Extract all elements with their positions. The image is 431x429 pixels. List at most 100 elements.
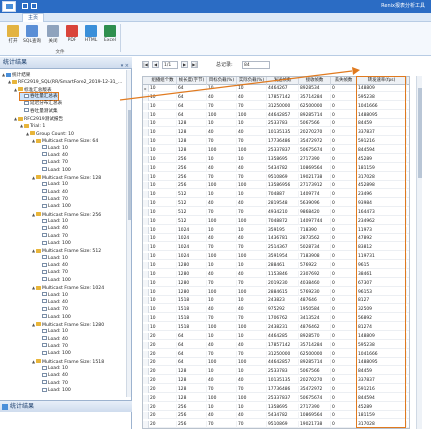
column-header[interactable]: 帧长度(字节) bbox=[177, 77, 207, 85]
tree-node[interactable]: Load: 10 bbox=[38, 328, 68, 335]
tree-node-selected[interactable]: 吞吐量汇总表 bbox=[19, 92, 59, 102]
first-page-button[interactable]: |◀ bbox=[142, 61, 149, 68]
tree-node[interactable]: ▲ Multicast Frame Size: 64 bbox=[32, 137, 98, 144]
prev-page-button[interactable]: ◀ bbox=[152, 61, 159, 68]
table-cell: 10 bbox=[237, 368, 267, 376]
ribbon-tab-row: 主页 bbox=[0, 13, 431, 22]
excel-icon bbox=[104, 25, 116, 37]
table-cell: 1280 bbox=[177, 262, 207, 269]
tree-node[interactable]: Load: 10 bbox=[38, 365, 68, 372]
page-input[interactable]: 1/1 bbox=[162, 61, 178, 69]
report-icon bbox=[42, 189, 47, 194]
tree-node[interactable]: Load: 100 bbox=[38, 314, 71, 321]
tree-node[interactable]: Load: 10 bbox=[38, 218, 68, 225]
tree-node[interactable]: ▲ Multicast Frame Size: 1280 bbox=[32, 321, 104, 328]
tree-node[interactable]: Load: 70 bbox=[38, 269, 68, 276]
tree-node[interactable]: Load: 40 bbox=[38, 262, 68, 269]
sql-query-button[interactable]: SQL查询 bbox=[21, 24, 43, 48]
tree-scrollbar-thumb[interactable] bbox=[128, 110, 131, 220]
last-page-button[interactable]: ▶| bbox=[191, 61, 198, 68]
table-cell: 31250000 bbox=[267, 350, 299, 358]
tree-node[interactable]: Load: 10 bbox=[38, 255, 68, 262]
column-header[interactable]: 实际负载(%) bbox=[237, 77, 267, 85]
tree-node[interactable]: Load: 10 bbox=[38, 145, 68, 152]
tree-node[interactable]: Load: 70 bbox=[38, 196, 68, 203]
tree-node[interactable]: Load: 70 bbox=[38, 159, 68, 166]
tree-node[interactable]: Load: 100 bbox=[38, 277, 71, 284]
tree-node[interactable]: ▲ Multicast Frame Size: 1024 bbox=[32, 284, 104, 291]
report-icon bbox=[42, 145, 47, 149]
tree-node[interactable]: Load: 100 bbox=[38, 167, 71, 174]
report-icon bbox=[42, 277, 47, 282]
report-icon bbox=[42, 306, 47, 311]
column-header[interactable]: 发送帧数 bbox=[267, 77, 299, 85]
tree-node[interactable]: Load: 70 bbox=[38, 233, 68, 240]
column-header[interactable]: 目标负载(%) bbox=[207, 77, 237, 85]
undo-icon[interactable] bbox=[31, 3, 37, 9]
tree-node[interactable]: Load: 10 bbox=[38, 181, 68, 188]
table-cell: 1153846 bbox=[267, 270, 299, 278]
table-cell: 2717390 bbox=[299, 403, 331, 411]
column-header[interactable]: 接收帧数 bbox=[299, 77, 331, 85]
table-cell: 5067566 bbox=[299, 120, 331, 128]
folder-icon bbox=[36, 138, 41, 143]
table-cell: 0 bbox=[331, 138, 357, 146]
tree-node[interactable]: Load: 70 bbox=[38, 343, 68, 350]
tree-node[interactable]: ▲ Multicast Frame Size: 256 bbox=[32, 211, 101, 218]
report-icon bbox=[42, 387, 47, 392]
save-icon[interactable] bbox=[22, 3, 28, 9]
folder-icon bbox=[36, 359, 41, 364]
table-cell: 64 bbox=[177, 102, 207, 110]
folder-icon bbox=[36, 285, 41, 290]
tree-node[interactable]: Load: 40 bbox=[38, 225, 68, 232]
tree-node[interactable]: Load: 40 bbox=[38, 152, 68, 159]
tree-node[interactable]: ▲ Trial: 1 bbox=[20, 122, 45, 129]
tree-node[interactable]: Load: 100 bbox=[38, 350, 71, 357]
tree-node[interactable]: ▲ Multicast Frame Size: 512 bbox=[32, 247, 101, 254]
tree-node[interactable]: Load: 100 bbox=[38, 203, 71, 210]
tree-node[interactable]: ▲ Multicast Frame Size: 1518 bbox=[32, 358, 104, 365]
tree-node[interactable]: Load: 40 bbox=[38, 189, 68, 196]
column-header[interactable]: 丢失帧数 bbox=[331, 77, 357, 85]
tree-node[interactable]: Load: 100 bbox=[38, 387, 71, 394]
tree-node[interactable]: Load: 40 bbox=[38, 336, 68, 343]
table-cell: 40 bbox=[237, 306, 267, 314]
tree-scrollbar[interactable] bbox=[126, 70, 131, 397]
tree-node[interactable]: ▲ Multicast Frame Size: 128 bbox=[32, 174, 101, 181]
tree-node[interactable]: 吞吐量测试集 bbox=[20, 108, 58, 115]
table-cell: 10 bbox=[149, 173, 177, 181]
tree-node[interactable]: Load: 70 bbox=[38, 306, 68, 313]
tree-node-label: Load: 70 bbox=[48, 307, 68, 313]
tree-node[interactable]: ▲ Group Count: 10 bbox=[26, 130, 74, 137]
table-cell: 256 bbox=[177, 412, 207, 420]
tree-node[interactable]: Load: 10 bbox=[38, 292, 68, 299]
tree-node[interactable]: Load: 70 bbox=[38, 380, 68, 387]
tree-node[interactable]: ▲ 统计结果 bbox=[2, 71, 30, 78]
next-page-button[interactable]: ▶ bbox=[181, 61, 188, 68]
tab-home[interactable]: 主页 bbox=[22, 13, 44, 22]
export-excel-button[interactable]: Excel bbox=[99, 24, 121, 48]
tree-node[interactable]: Load: 40 bbox=[38, 372, 68, 379]
tree-node-label: Load: 10 bbox=[48, 255, 68, 261]
table-scrollbar[interactable] bbox=[416, 76, 422, 429]
tree-node[interactable]: 延迟分布汇总表 bbox=[20, 100, 62, 107]
table-cell: 70 bbox=[237, 208, 267, 216]
tree-node[interactable]: ▲ RFC2919测试报告 bbox=[14, 115, 63, 122]
table-cell: 0 bbox=[331, 191, 357, 199]
table-cell: 40 bbox=[237, 377, 267, 385]
table-cell: 100 bbox=[237, 288, 267, 296]
tree-node[interactable]: ▲ RFC2919_SQL(RR/SmartFore2_2019-12-31_..… bbox=[8, 78, 122, 85]
table-cell: 17736486 bbox=[267, 138, 299, 146]
table-cell: 20 bbox=[149, 332, 177, 340]
table-cell: 100 bbox=[237, 111, 267, 119]
report-icon bbox=[42, 343, 47, 348]
tree-node[interactable]: Load: 100 bbox=[38, 240, 71, 247]
table-scrollbar-thumb[interactable] bbox=[418, 88, 422, 178]
tree-node-label: Load: 40 bbox=[48, 226, 68, 232]
column-header[interactable]: 组播组个数 bbox=[149, 77, 177, 85]
tree-node[interactable]: Load: 40 bbox=[38, 299, 68, 306]
tree-node[interactable]: ▲ 标准汇总版表 bbox=[14, 86, 52, 93]
table-cell: 128 bbox=[177, 129, 207, 137]
table-cell: 40 bbox=[207, 270, 237, 278]
bottom-panel-tab[interactable]: 统计结果 bbox=[0, 400, 132, 412]
